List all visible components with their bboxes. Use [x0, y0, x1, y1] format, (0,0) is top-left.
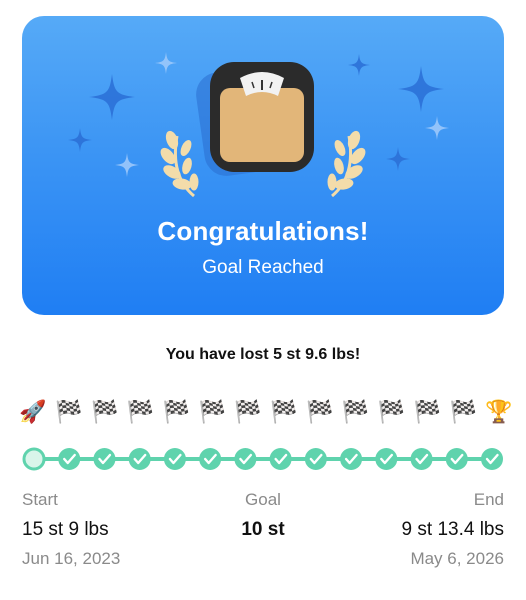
check-node — [410, 448, 433, 470]
weight-lost-summary: You have lost 5 st 9.6 lbs! — [165, 346, 361, 363]
goal-label: Goal — [245, 490, 281, 509]
check-node — [234, 448, 257, 470]
progress-track — [22, 447, 503, 471]
start-date: Jun 16, 2023 — [22, 549, 121, 568]
checkered-flag-icon: 🏁 — [90, 399, 119, 424]
checkered-flag-icon: 🏁 — [377, 399, 406, 424]
check-node — [375, 448, 398, 470]
end-date: May 6, 2026 — [410, 549, 504, 568]
checkered-flag-icon: 🏁 — [198, 399, 226, 424]
checkered-flag-icon: 🏁 — [234, 399, 262, 424]
checkered-flag-icon: 🏁 — [306, 399, 334, 424]
checkered-flag-icon: 🏁 — [162, 399, 191, 424]
start-node — [22, 447, 46, 471]
checkered-flag-icon: 🏁 — [413, 399, 441, 424]
rocket-icon: 🚀 — [19, 399, 47, 424]
check-node — [93, 448, 116, 470]
checkered-flag-icon: 🏁 — [55, 399, 83, 424]
check-node — [304, 448, 327, 470]
laurel-right-icon — [327, 130, 366, 198]
check-node — [199, 448, 222, 470]
check-node — [128, 448, 151, 470]
check-node — [340, 448, 363, 470]
goal-reached-subtitle: Goal Reached — [202, 257, 324, 278]
laurel-left-icon — [160, 130, 199, 198]
checkered-flag-icon: 🏁 — [341, 399, 370, 424]
check-node — [269, 448, 292, 470]
check-node — [445, 448, 468, 470]
congratulations-title: Congratulations! — [157, 216, 369, 246]
trophy-icon: 🏆 — [485, 399, 513, 424]
checkered-flag-icon: 🏁 — [126, 399, 155, 424]
checkered-flag-icon: 🏁 — [270, 399, 298, 424]
scale-icon — [196, 62, 314, 176]
check-node — [58, 448, 81, 470]
goal-banner: Congratulations! Goal Reached — [22, 16, 504, 315]
end-weight: 9 st 13.4 lbs — [401, 519, 504, 540]
milestone-icons: 🚀 🏁 🏁 🏁 🏁 🏁 🏁 🏁 🏁 🏁 🏁 🏁 🏁 🏆 — [18, 394, 514, 430]
check-node — [481, 448, 503, 470]
end-label: End — [473, 490, 504, 509]
check-node — [163, 448, 186, 470]
checkered-flag-icon: 🏁 — [449, 399, 477, 424]
